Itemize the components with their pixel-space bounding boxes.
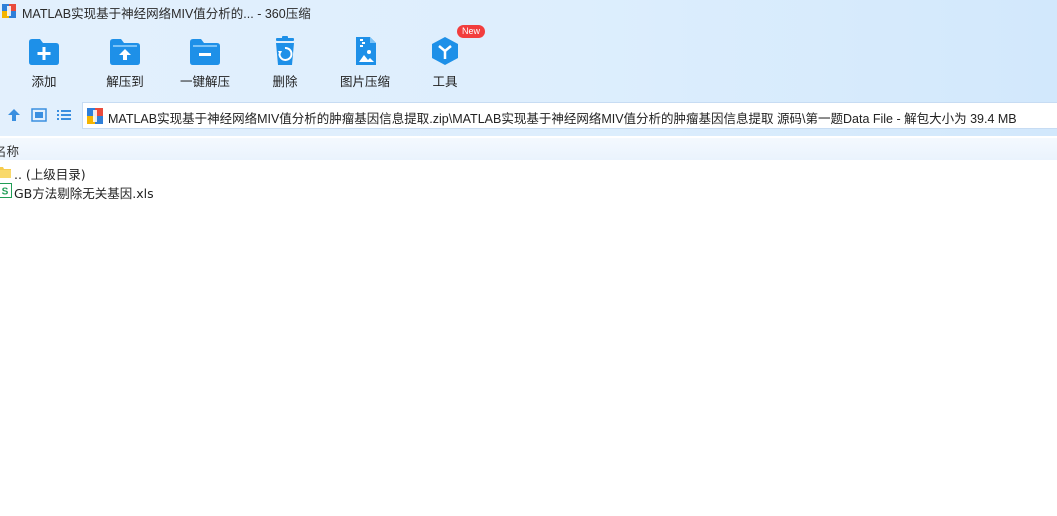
list-item-parent-dir[interactable]: .. (上级目录) (0, 162, 1057, 182)
tools-button[interactable]: New 工具 (410, 25, 486, 90)
extract-folder-icon (110, 39, 140, 65)
add-button[interactable]: 添加 (9, 32, 79, 90)
add-folder-icon (29, 39, 59, 65)
tools-cube-icon (432, 37, 458, 65)
tools-label: 工具 (432, 74, 458, 89)
navigation-bar: MATLAB实现基于神经网络MIV值分析的肿瘤基因信息提取.zip\MATLAB… (0, 101, 1057, 131)
thumbnail-view-icon[interactable] (31, 107, 47, 123)
up-arrow-icon[interactable] (6, 107, 22, 123)
new-badge: New (457, 25, 486, 38)
image-zip-icon (356, 37, 376, 65)
extract-to-label: 解压到 (106, 74, 144, 89)
file-list: .. (上级目录) S GB方法剔除无关基因.xls (0, 162, 1057, 201)
file-name: GB方法剔除无关基因.xls (14, 186, 154, 201)
svg-text:S: S (2, 187, 9, 198)
window-title: MATLAB实现基于神经网络MIV值分析的... - 360压缩 (22, 7, 311, 21)
one-click-folder-icon (190, 39, 220, 65)
delete-button[interactable]: 删除 (250, 32, 320, 90)
image-compress-label: 图片压缩 (339, 74, 390, 89)
archive-app-icon (2, 4, 16, 18)
one-click-extract-button[interactable]: 一键解压 (170, 32, 240, 90)
recycle-bin-icon (276, 36, 294, 65)
address-path: MATLAB实现基于神经网络MIV值分析的肿瘤基因信息提取.zip\MATLAB… (108, 112, 1017, 126)
address-bar[interactable]: MATLAB实现基于神经网络MIV值分析的肿瘤基因信息提取.zip\MATLAB… (82, 102, 1057, 129)
image-compress-button[interactable]: 图片压缩 (330, 32, 400, 90)
column-header: 名称 (0, 138, 1057, 160)
folder-icon (0, 167, 11, 178)
delete-label: 删除 (272, 74, 298, 89)
add-label: 添加 (31, 74, 57, 89)
spreadsheet-icon: S (0, 183, 12, 198)
extract-to-button[interactable]: 解压到 (90, 32, 160, 90)
archive-icon (87, 108, 103, 124)
column-name-header[interactable]: 名称 (0, 141, 19, 160)
one-click-extract-label: 一键解压 (179, 74, 230, 89)
list-view-icon[interactable] (56, 107, 72, 123)
title-bar: MATLAB实现基于神经网络MIV值分析的... - 360压缩 (0, 0, 1057, 22)
list-item-file[interactable]: S GB方法剔除无关基因.xls (0, 181, 1057, 201)
